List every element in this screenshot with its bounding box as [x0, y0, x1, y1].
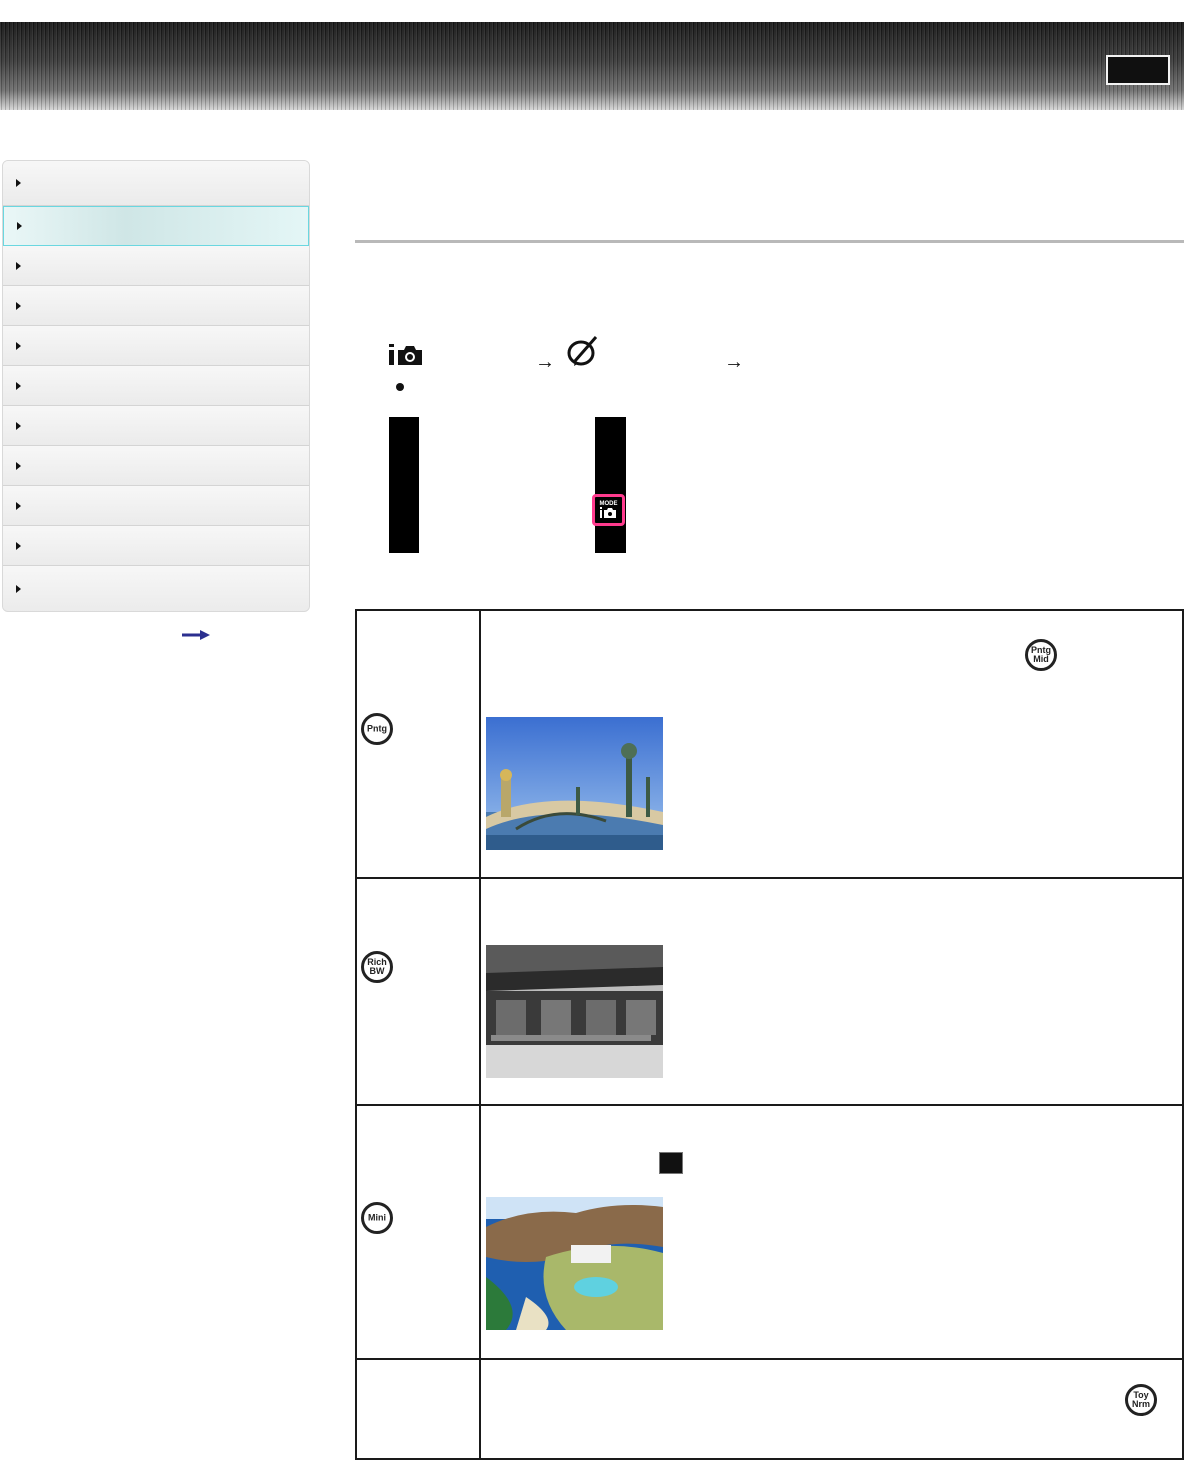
effect-description-cell	[479, 877, 1184, 1106]
header-button[interactable]	[1106, 55, 1170, 85]
triangle-right-icon	[17, 222, 22, 230]
screen-display-area	[419, 417, 595, 553]
triangle-right-icon	[16, 501, 21, 510]
triangle-right-icon	[16, 541, 21, 550]
painting-mid-icon: Pntg Mid	[1025, 639, 1057, 671]
effect-icon-cell: Pntg	[355, 609, 481, 879]
sidebar-item[interactable]	[3, 406, 309, 446]
cafe-photo	[486, 945, 663, 1078]
path-arrow: →	[535, 351, 555, 373]
miniature-effect-icon: Mini	[361, 1202, 393, 1234]
effect-description-cell	[479, 1104, 1184, 1360]
effect-description-cell: Toy Nrm	[479, 1358, 1184, 1460]
sidebar-item[interactable]	[3, 286, 309, 326]
effect-icon-cell: Mini	[355, 1104, 481, 1360]
sidebar-item[interactable]	[3, 366, 309, 406]
triangle-right-icon	[16, 421, 21, 430]
table-row: Toy Nrm	[355, 1358, 1184, 1460]
sidebar-item[interactable]	[3, 486, 309, 526]
more-link-arrow-icon[interactable]	[182, 627, 210, 640]
coast-photo	[486, 1197, 663, 1330]
rich-bw-effect-icon: Rich BW	[361, 951, 393, 983]
sidebar-item[interactable]	[3, 246, 309, 286]
effect-icon-cell	[355, 1358, 481, 1460]
camera-mode-icon	[388, 342, 426, 371]
sidebar-nav	[2, 160, 310, 612]
toy-camera-normal-icon: Toy Nrm	[1125, 1384, 1157, 1416]
sidebar-item-active[interactable]	[3, 206, 309, 246]
sidebar-item[interactable]	[3, 446, 309, 486]
icon-text: Toy Nrm	[1131, 1390, 1150, 1409]
effect-description-cell: Pntg Mid	[479, 609, 1184, 879]
table-row: Mini	[355, 1104, 1184, 1360]
triangle-right-icon	[16, 585, 21, 593]
header-banner	[0, 22, 1184, 110]
icon-text: Mini	[368, 1212, 386, 1223]
picture-effect-icon	[566, 334, 600, 373]
icon-text: Pntg Mid	[1031, 645, 1051, 664]
path-arrow: →	[724, 351, 744, 373]
table-row: Pntg Pntg Mid	[355, 609, 1184, 879]
triangle-right-icon	[16, 261, 21, 270]
effect-icon-cell: Rich BW	[355, 877, 481, 1106]
triangle-right-icon	[16, 461, 21, 470]
bridge-photo	[486, 717, 663, 850]
sidebar-item[interactable]	[3, 566, 309, 611]
triangle-right-icon	[16, 341, 21, 350]
sidebar-item[interactable]	[3, 326, 309, 366]
picture-effect-table: Pntg Pntg Mid Rich BW Mini Toy Nrm	[355, 609, 1184, 1460]
area-frame-icon	[659, 1152, 683, 1174]
title-divider	[355, 240, 1184, 243]
camera-screen-diagram: MODE	[389, 417, 626, 553]
painting-effect-icon: Pntg	[361, 713, 393, 745]
sidebar-item[interactable]	[3, 161, 309, 206]
triangle-right-icon	[16, 179, 21, 187]
table-row: Rich BW	[355, 877, 1184, 1106]
list-bullet	[396, 383, 404, 391]
triangle-right-icon	[16, 301, 21, 310]
mode-button-highlight: MODE	[592, 494, 625, 526]
mode-label: MODE	[600, 501, 618, 507]
triangle-right-icon	[16, 381, 21, 390]
sidebar-item[interactable]	[3, 526, 309, 566]
icon-text: Rich BW	[367, 957, 387, 976]
icon-text: Pntg	[367, 723, 387, 734]
